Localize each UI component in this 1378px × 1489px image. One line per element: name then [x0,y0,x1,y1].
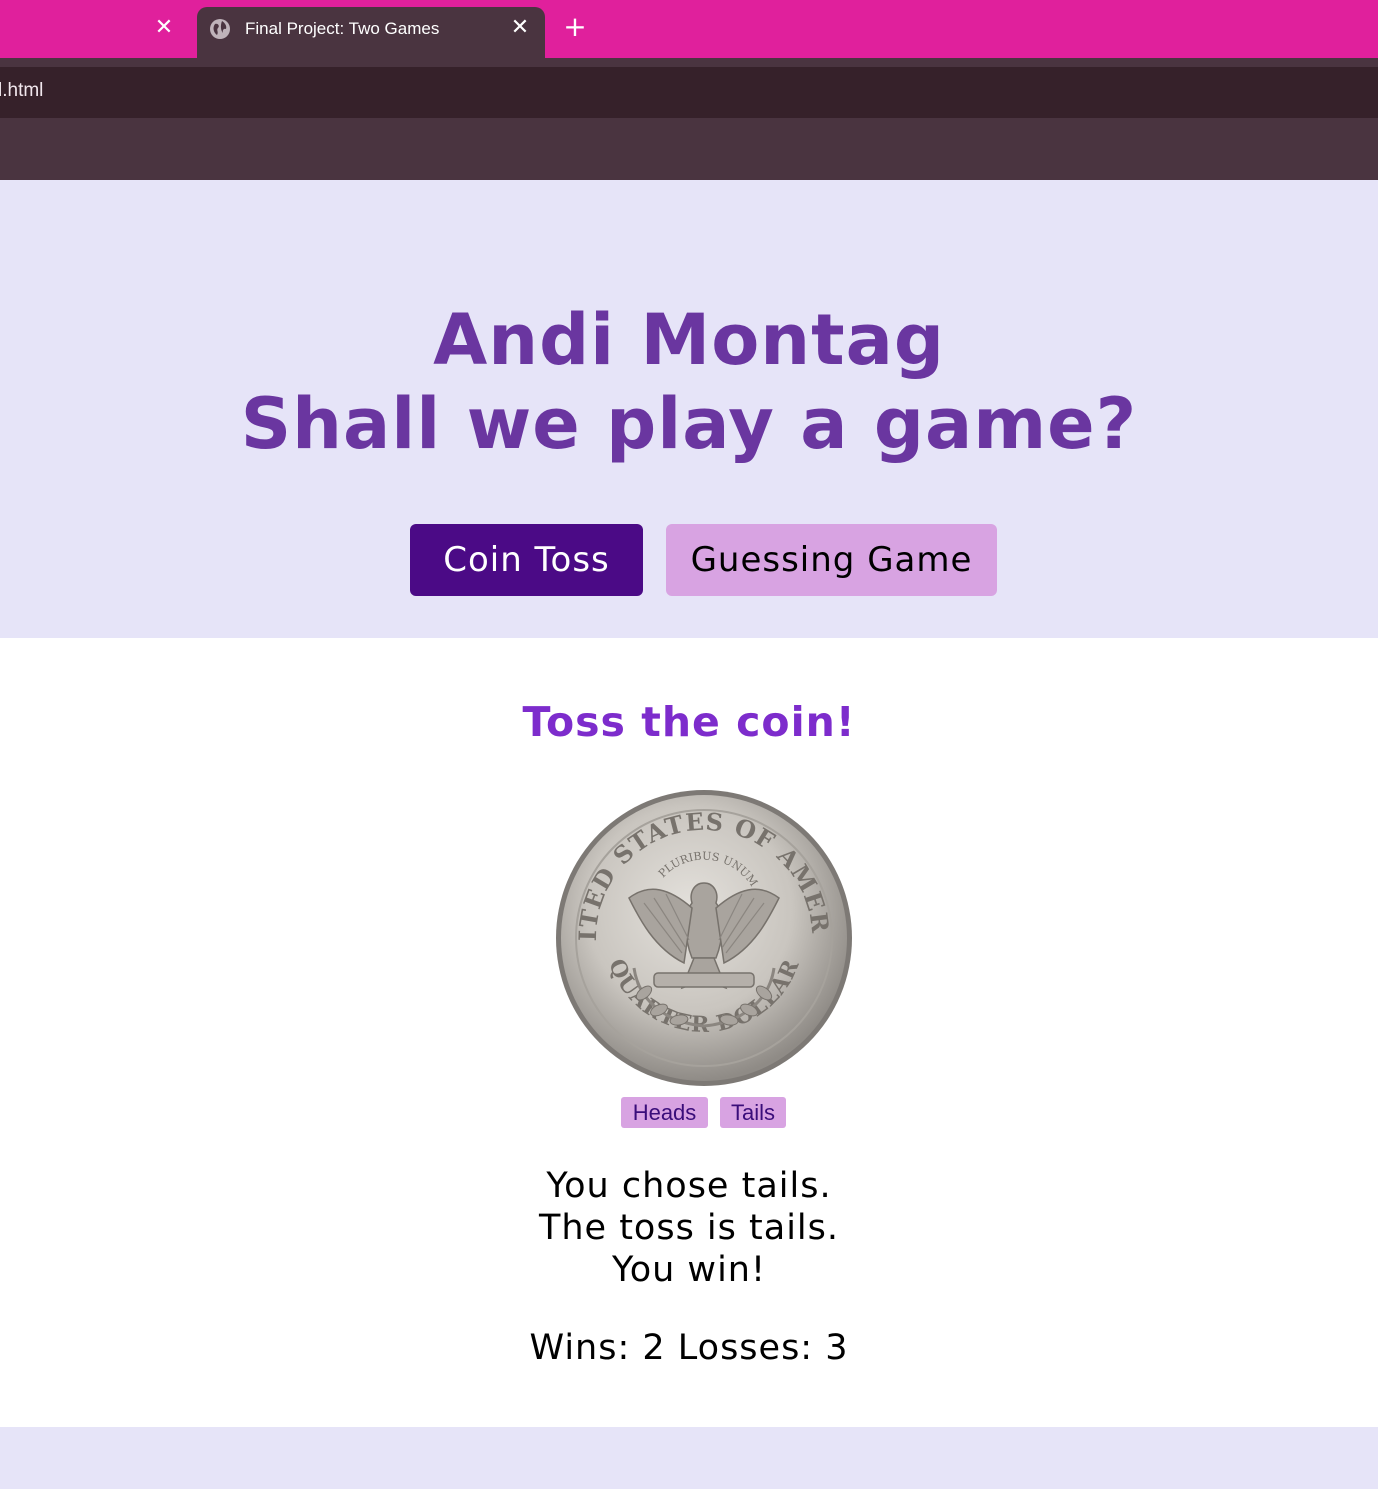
address-url[interactable]: l.html [0,80,43,102]
address-bar[interactable]: l.html [0,67,1378,118]
close-tab-icon[interactable]: ✕ [150,14,178,42]
new-tab-button[interactable]: + [560,12,590,42]
guessing-game-button[interactable]: Guessing Game [666,524,997,596]
score-display: Wins: 2 Losses: 3 [529,1328,849,1368]
close-tab-icon[interactable]: ✕ [506,14,534,42]
hero-section: Andi Montag Shall we play a game? Coin T… [0,180,1378,638]
globe-icon [210,19,230,39]
tagline: Shall we play a game? [240,383,1138,465]
toss-result: You chose tails. The toss is tails. You … [0,1165,1378,1291]
browser-toolbar: l.html [0,58,1378,118]
tails-button[interactable]: Tails [720,1097,786,1128]
tab-active[interactable]: Final Project: Two Games ✕ [197,7,545,65]
result-outcome: You win! [611,1250,766,1290]
browser-tabstrip: ✕ Final Project: Two Games ✕ + [0,0,1378,65]
bookmarks-bar [0,118,1378,180]
tab-title: Final Project: Two Games [245,19,440,38]
coin-toss-heading: Toss the coin! [522,698,856,746]
coin-toss-panel: Toss the coin! UNITED STATES OF AMERICA … [0,638,1378,1427]
result-choice: You chose tails. [546,1166,832,1206]
quarter-dollar-icon: UNITED STATES OF AMERICA QUARTER DOLLAR … [554,788,852,1086]
page-title: Andi Montag Shall we play a game? [0,298,1378,466]
heads-button[interactable]: Heads [621,1097,708,1128]
result-toss: The toss is tails. [538,1208,840,1248]
page-content: Andi Montag Shall we play a game? Coin T… [0,180,1378,1489]
page-footer [0,1427,1378,1489]
author-name: Andi Montag [433,299,945,381]
coin-toss-button[interactable]: Coin Toss [410,524,643,596]
